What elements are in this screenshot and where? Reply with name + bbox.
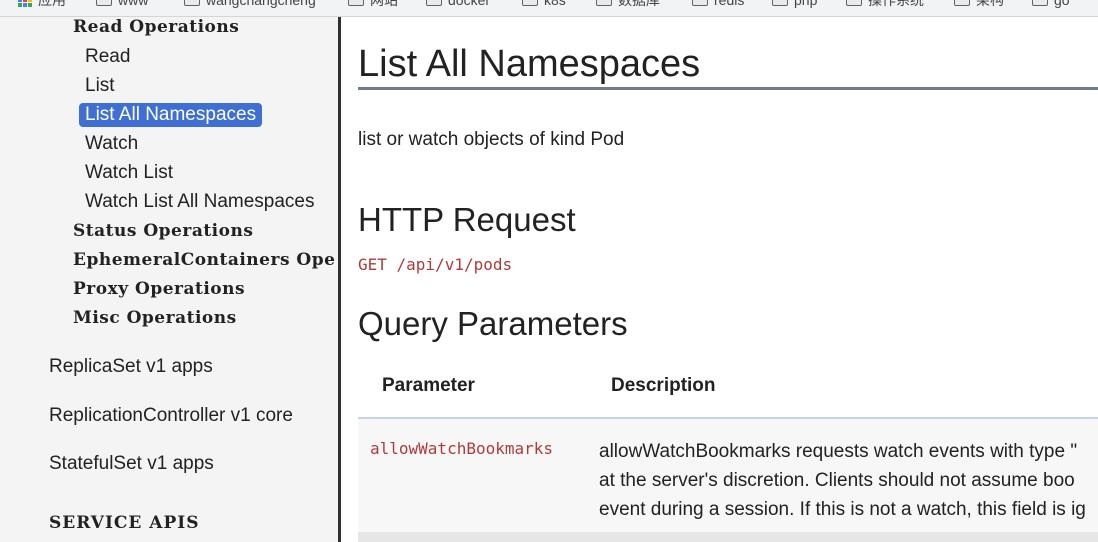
table-header-row: Parameter Description: [358, 355, 1098, 419]
bookmark-label: wangchangcheng: [206, 0, 316, 8]
column-header-parameter: Parameter: [382, 375, 475, 396]
bookmark-folder[interactable]: 网站: [348, 0, 398, 8]
bookmark-folder[interactable]: 架构: [954, 0, 1004, 8]
bookmark-label: 数据库: [618, 0, 660, 8]
title-divider: [358, 87, 1098, 90]
query-parameters-table: Parameter Description allowWatchBookmark…: [358, 355, 1098, 542]
bookmarks-bar: 应用 www wangchangcheng 网站 docker k8s 数据库: [0, 0, 1098, 17]
sidebar-item-watch-list-all-namespaces[interactable]: Watch List All Namespaces: [85, 191, 315, 213]
main-content: List All Namespaces list or watch object…: [341, 17, 1098, 542]
folder-icon: [954, 0, 970, 6]
bookmark-folder[interactable]: www: [96, 0, 148, 8]
sidebar-item-list[interactable]: List: [85, 75, 115, 97]
bookmark-label: php: [794, 0, 818, 8]
bookmark-folder[interactable]: docker: [426, 0, 490, 8]
bookmark-label: 网站: [370, 0, 398, 8]
sidebar-item-ephemeralcontainers-operations[interactable]: EphemeralContainers Ope: [73, 250, 335, 270]
table-row: allowWatchBookmarks allowWatchBookmarks …: [358, 419, 1098, 532]
sidebar-item-statefulset[interactable]: StatefulSet v1 apps: [49, 453, 214, 475]
sidebar-item-watch[interactable]: Watch: [85, 133, 138, 155]
bookmark-label: 应用: [38, 0, 66, 8]
sidebar-item-proxy-operations[interactable]: Proxy Operations: [73, 279, 245, 299]
folder-icon: [692, 0, 708, 6]
apps-grid-icon: [18, 0, 32, 7]
bookmark-folder[interactable]: 数据库: [596, 0, 660, 8]
sidebar-item-status-operations[interactable]: Status Operations: [73, 221, 253, 241]
folder-icon: [184, 0, 200, 6]
bookmark-folder[interactable]: 操作系统: [846, 0, 924, 8]
sidebar-item-misc-operations[interactable]: Misc Operations: [73, 308, 237, 328]
folder-icon: [348, 0, 364, 6]
http-request-heading: HTTP Request: [358, 201, 576, 238]
parameter-description: allowWatchBookmarks requests watch event…: [599, 437, 1098, 524]
bookmark-label: k8s: [544, 0, 566, 8]
bookmark-label: 操作系统: [868, 0, 924, 8]
folder-icon: [426, 0, 442, 6]
description-line: allowWatchBookmarks requests watch event…: [599, 441, 1078, 462]
parameter-name: allowWatchBookmarks: [370, 439, 554, 458]
browser-page: 应用 www wangchangcheng 网站 docker k8s 数据库: [0, 0, 1098, 542]
bookmark-label: go: [1054, 0, 1070, 8]
sidebar-nav: Read Operations Read List List All Names…: [0, 17, 341, 542]
bookmark-label: www: [118, 0, 149, 8]
query-parameters-heading: Query Parameters: [358, 305, 628, 342]
description-line: event during a session. If this is not a…: [599, 499, 1086, 520]
folder-icon: [596, 0, 612, 6]
bookmark-label: docker: [448, 0, 491, 8]
bookmark-folder[interactable]: k8s: [522, 0, 566, 8]
sidebar-item-read[interactable]: Read: [85, 46, 130, 68]
sidebar-item-list-all-namespaces[interactable]: List All Namespaces: [79, 103, 263, 127]
operation-description: list or watch objects of kind Pod: [358, 129, 625, 150]
folder-icon: [846, 0, 862, 6]
sidebar-item-watch-list[interactable]: Watch List: [85, 162, 173, 184]
page-title: List All Namespaces: [358, 43, 701, 85]
folder-icon: [1032, 0, 1048, 6]
bookmark-apps[interactable]: 应用: [18, 0, 66, 8]
sidebar-heading-service-apis[interactable]: SERVICE APIS: [49, 513, 200, 533]
description-line: at the server's discretion. Clients shou…: [599, 470, 1075, 491]
folder-icon: [96, 0, 112, 6]
bookmark-folder[interactable]: wangchangcheng: [184, 0, 316, 8]
sidebar-item-read-operations[interactable]: Read Operations: [73, 17, 239, 37]
bookmark-folder[interactable]: go: [1032, 0, 1070, 8]
sidebar-item-replicaset[interactable]: ReplicaSet v1 apps: [49, 356, 213, 378]
column-header-description: Description: [611, 375, 716, 396]
table-row-next: [358, 532, 1098, 542]
bookmark-label: redis: [714, 0, 745, 8]
folder-icon: [522, 0, 538, 6]
http-request-code: GET /api/v1/pods: [358, 255, 513, 274]
folder-icon: [772, 0, 788, 6]
sidebar-item-replicationcontroller[interactable]: ReplicationController v1 core: [49, 405, 293, 427]
bookmark-folder[interactable]: redis: [692, 0, 744, 8]
bookmark-label: 架构: [976, 0, 1004, 8]
bookmark-folder[interactable]: php: [772, 0, 817, 8]
